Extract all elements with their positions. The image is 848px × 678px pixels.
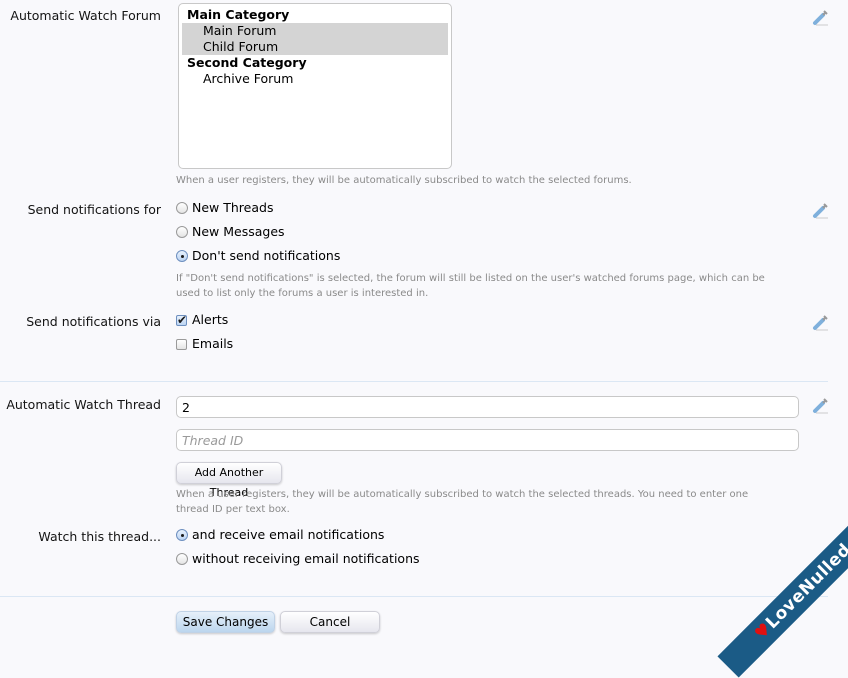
watch-forum-listbox[interactable]: Main Category Main Forum Child Forum Sec… <box>178 3 452 169</box>
watch-thread-hint: When a user registers, they will be auto… <box>176 489 749 515</box>
watch-forum-hint: When a user registers, they will be auto… <box>176 175 632 186</box>
checkbox-icon[interactable] <box>176 339 187 350</box>
radio-label: Don't send notifications <box>192 248 341 263</box>
thread-id-input-2[interactable] <box>176 429 799 451</box>
notify-new-threads-radio[interactable]: New Threads <box>176 199 273 217</box>
notify-via-label: Send notifications via <box>26 314 161 329</box>
radio-label: New Threads <box>192 200 274 215</box>
radio-icon[interactable] <box>176 202 188 214</box>
notify-none-radio[interactable]: Don't send notifications <box>176 247 340 265</box>
checkbox-label: Emails <box>192 336 234 351</box>
watch-thread-label: Automatic Watch Thread <box>6 397 161 412</box>
thread-id-input-1[interactable] <box>176 396 799 418</box>
checkbox-label: Alerts <box>192 312 229 327</box>
wrench-icon[interactable] <box>812 396 830 414</box>
watch-with-email-radio[interactable]: and receive email notifications <box>176 526 384 544</box>
notify-for-hint: If "Don't send notifications" is selecte… <box>176 273 765 299</box>
radio-label: without receiving email notifications <box>192 551 420 566</box>
radio-selected-icon[interactable] <box>176 250 188 262</box>
watch-mode-label: Watch this thread... <box>38 529 161 544</box>
notify-new-messages-radio[interactable]: New Messages <box>176 223 285 241</box>
radio-icon[interactable] <box>176 553 188 565</box>
radio-label: and receive email notifications <box>192 527 385 542</box>
watch-forum-label: Automatic Watch Forum <box>10 8 161 23</box>
checkbox-checked-icon[interactable] <box>176 311 187 329</box>
wrench-icon[interactable] <box>812 201 830 219</box>
watermark-text: LoveNulled.com <box>762 505 848 633</box>
add-another-thread-button[interactable]: Add Another Thread <box>176 462 282 499</box>
wrench-icon[interactable] <box>812 313 830 331</box>
section-divider <box>0 596 828 597</box>
forum-option-main-forum[interactable]: Main Forum <box>182 23 448 39</box>
notify-emails-checkbox[interactable]: Emails <box>176 335 233 353</box>
notify-for-label: Send notifications for <box>27 202 161 217</box>
radio-label: New Messages <box>192 224 285 239</box>
forum-option-child-forum[interactable]: Child Forum <box>182 39 448 55</box>
forum-option-second-category[interactable]: Second Category <box>182 55 448 71</box>
forum-option-main-category[interactable]: Main Category <box>182 7 448 23</box>
notify-alerts-checkbox[interactable]: Alerts <box>176 311 228 329</box>
radio-selected-icon[interactable] <box>176 529 188 541</box>
watch-without-email-radio[interactable]: without receiving email notifications <box>176 550 420 568</box>
wrench-icon[interactable] <box>812 8 830 26</box>
section-divider <box>0 381 828 382</box>
radio-icon[interactable] <box>176 226 188 238</box>
cancel-button[interactable]: Cancel <box>280 611 380 633</box>
save-changes-button[interactable]: Save Changes <box>176 611 275 633</box>
forum-option-archive-forum[interactable]: Archive Forum <box>182 71 448 87</box>
